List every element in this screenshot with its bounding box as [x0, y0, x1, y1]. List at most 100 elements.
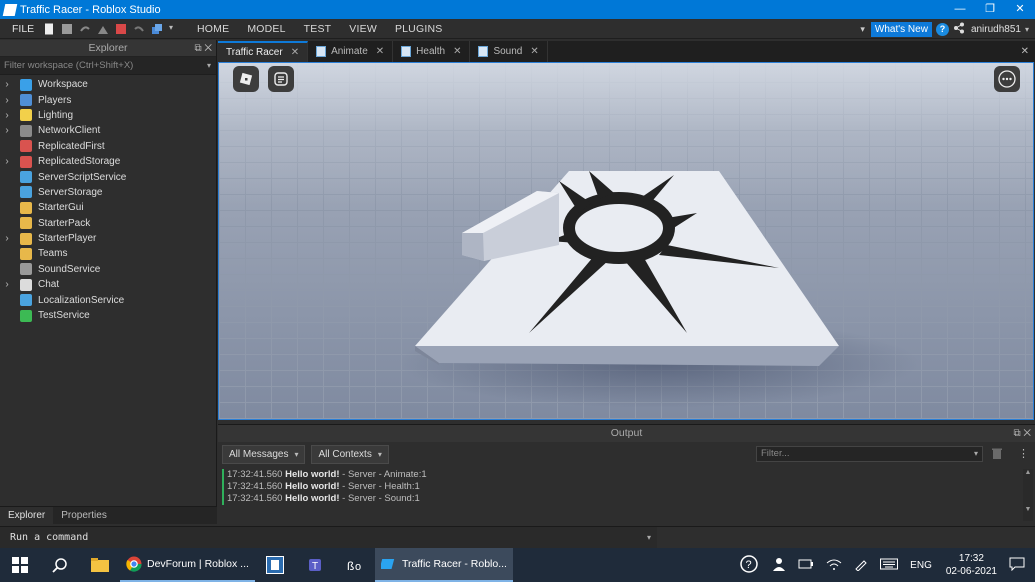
explorer-item[interactable]: ServerScriptService	[0, 169, 216, 184]
taskbar-app[interactable]: Traffic Racer - Roblo...	[374, 548, 513, 582]
document-tab[interactable]: Animate ✕	[308, 41, 394, 62]
tab-model[interactable]: MODEL	[238, 23, 294, 35]
tab-explorer[interactable]: Explorer	[0, 507, 54, 524]
document-tab[interactable]: Traffic Racer ✕	[218, 41, 309, 62]
explorer-item[interactable]: › NetworkClient	[0, 123, 216, 138]
message-filter-dropdown[interactable]: All Messages ▾	[222, 444, 306, 464]
tab-view[interactable]: VIEW	[340, 23, 386, 35]
explorer-item[interactable]: › Lighting	[0, 108, 216, 123]
whats-new-button[interactable]: What's New	[870, 21, 932, 37]
explorer-item[interactable]: › Chat	[0, 277, 216, 292]
tab-test[interactable]: TEST	[295, 23, 341, 35]
explorer-item-label: StarterGui	[38, 202, 84, 214]
chevron-down-icon[interactable]: ▾	[974, 447, 978, 461]
command-history-chevron-icon[interactable]: ▾	[647, 527, 651, 549]
3d-viewport[interactable]	[218, 62, 1034, 420]
close-window-button[interactable]: ✕	[1005, 0, 1035, 19]
clear-output-trash-icon[interactable]	[991, 447, 1003, 463]
explorer-item[interactable]: › ReplicatedStorage	[0, 154, 216, 169]
user-chevron-down-icon[interactable]: ▾	[1025, 25, 1029, 34]
share-icon[interactable]	[953, 22, 965, 37]
stop-icon[interactable]	[115, 23, 127, 35]
taskbar-app[interactable]	[255, 548, 295, 582]
taskbar-app[interactable]: ßo	[335, 548, 375, 582]
output-panel-controls[interactable]: ⧉ ✕	[1013, 425, 1031, 442]
group-icon[interactable]	[151, 23, 163, 35]
close-tab-icon[interactable]: ✕	[530, 46, 538, 57]
expand-chevron-icon[interactable]: ›	[0, 125, 14, 136]
context-filter-dropdown[interactable]: All Contexts ▾	[311, 444, 389, 464]
explorer-item[interactable]: StarterPack	[0, 216, 216, 231]
command-bar-input[interactable]: Run a command ▾	[0, 526, 657, 548]
explorer-filter-input[interactable]: Filter workspace (Ctrl+Shift+X) ▾	[0, 57, 216, 75]
explorer-panel-controls[interactable]: ⧉ ✕	[194, 40, 212, 57]
expand-chevron-icon[interactable]: ›	[0, 79, 14, 90]
redo-icon[interactable]	[79, 23, 91, 35]
expand-chevron-icon[interactable]: ›	[0, 233, 14, 244]
keyboard-icon[interactable]	[880, 558, 899, 573]
close-tab-icon[interactable]: ✕	[376, 46, 384, 57]
explorer-item[interactable]: Teams	[0, 246, 216, 261]
document-tabs-close-icon[interactable]: ✕	[1021, 46, 1029, 57]
pen-icon[interactable]	[854, 557, 868, 574]
spawn-location-scene[interactable]	[219, 63, 1033, 419]
help-icon[interactable]: ?	[935, 22, 949, 36]
explorer-item[interactable]: › Players	[0, 92, 216, 107]
clock[interactable]: 17:32 02-06-2021	[946, 552, 997, 578]
help-tray-icon[interactable]: ?	[740, 554, 758, 576]
explorer-item[interactable]: › StarterPlayer	[0, 231, 216, 246]
people-icon[interactable]	[772, 557, 786, 574]
expand-chevron-icon[interactable]: ›	[0, 95, 14, 106]
notifications-icon[interactable]	[1009, 557, 1025, 574]
output-source: - Server - Animate:1	[342, 469, 427, 480]
explorer-item[interactable]: › Workspace	[0, 77, 216, 92]
output-filter-input[interactable]: Filter... ▾	[756, 446, 983, 462]
output-scrollbar[interactable]: ▲ ▼	[1023, 469, 1033, 521]
taskbar-app[interactable]: DevForum | Roblox ...	[120, 548, 255, 582]
search-icon	[52, 558, 67, 573]
command-bar-spacer	[657, 526, 1035, 548]
folder-icon	[91, 558, 109, 572]
output-header: Output ⧉ ✕	[218, 425, 1035, 442]
new-file-icon[interactable]	[43, 23, 55, 35]
explorer-item[interactable]: StarterGui	[0, 200, 216, 215]
filter-dropdown-icon[interactable]: ▾	[207, 57, 211, 75]
minimize-button[interactable]: —	[945, 0, 975, 19]
explorer-item[interactable]: ReplicatedFirst	[0, 139, 216, 154]
search-button[interactable]	[40, 548, 80, 582]
start-button[interactable]	[0, 548, 40, 582]
publish-icon[interactable]	[97, 23, 109, 35]
tab-home[interactable]: HOME	[188, 23, 238, 35]
taskbar-app[interactable]: T	[295, 548, 335, 582]
undo-icon[interactable]	[133, 23, 145, 35]
language-indicator[interactable]: ENG	[910, 560, 932, 571]
ribbon-collapse-chevron-icon[interactable]: ▾	[860, 24, 865, 35]
output-more-icon[interactable]: ⋮	[1018, 447, 1029, 460]
tab-plugins[interactable]: PLUGINS	[386, 23, 452, 35]
file-explorer-button[interactable]	[80, 548, 120, 582]
expand-chevron-icon[interactable]: ›	[0, 110, 14, 121]
restore-button[interactable]: ❐	[975, 0, 1005, 19]
wifi-icon[interactable]	[826, 558, 842, 573]
document-tab[interactable]: Health ✕	[393, 41, 471, 62]
quick-access-chevron-icon[interactable]: ▾	[169, 23, 177, 35]
replicated-first-icon	[20, 140, 32, 153]
save-icon[interactable]	[61, 23, 73, 35]
svg-text:o: o	[355, 561, 361, 573]
username[interactable]: anirudh851	[971, 24, 1021, 35]
explorer-item[interactable]: TestService	[0, 308, 216, 323]
document-tab[interactable]: Sound ✕	[470, 41, 548, 62]
expand-chevron-icon[interactable]: ›	[0, 279, 14, 290]
explorer-item[interactable]: SoundService	[0, 262, 216, 277]
tab-properties[interactable]: Properties	[53, 507, 115, 524]
bs-app-icon: ßo	[346, 557, 364, 573]
explorer-item[interactable]: LocalizationService	[0, 292, 216, 307]
command-bar-placeholder: Run a command	[10, 532, 89, 543]
explorer-item[interactable]: ServerStorage	[0, 185, 216, 200]
expand-chevron-icon[interactable]: ›	[0, 156, 14, 167]
close-tab-icon[interactable]: ✕	[291, 47, 299, 58]
file-menu[interactable]: FILE	[0, 23, 40, 35]
battery-icon[interactable]	[798, 558, 814, 573]
starter-gui-icon	[20, 201, 32, 214]
close-tab-icon[interactable]: ✕	[453, 46, 461, 57]
